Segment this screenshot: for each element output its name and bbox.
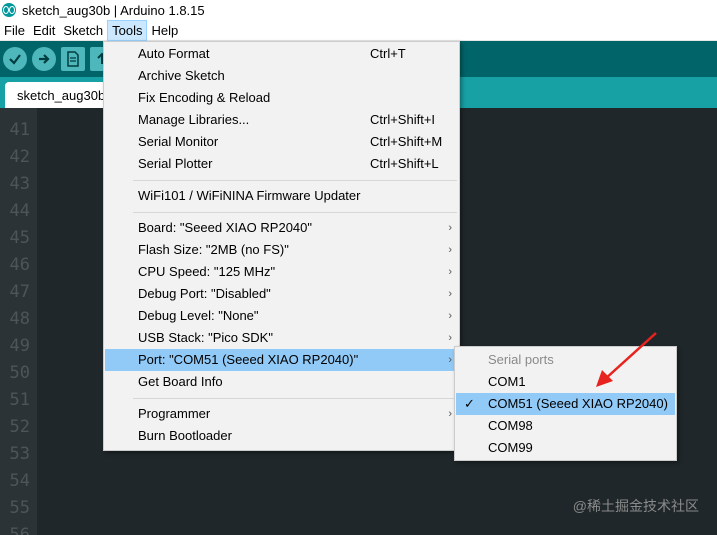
- menu-item-get-board-info[interactable]: Get Board Info: [105, 371, 458, 393]
- menu-item-cpu-speed[interactable]: CPU Speed: "125 MHz" ›: [105, 261, 458, 283]
- port-item-label: COM51 (Seeed XIAO RP2040): [488, 396, 668, 411]
- verify-button[interactable]: [3, 47, 27, 71]
- menu-item-archive-sketch[interactable]: Archive Sketch: [105, 65, 458, 87]
- menu-item-label: WiFi101 / WiFiNINA Firmware Updater: [138, 188, 361, 203]
- menu-separator: [133, 180, 457, 181]
- submenu-arrow-icon: ›: [448, 354, 452, 366]
- tools-menu: Auto Format Ctrl+T Archive Sketch Fix En…: [103, 41, 460, 451]
- menu-item-label: Board: "Seeed XIAO RP2040": [138, 220, 313, 235]
- menu-item-serial-plotter[interactable]: Serial Plotter Ctrl+Shift+L: [105, 153, 458, 175]
- line-number: 43: [9, 174, 30, 194]
- menu-item-label: Auto Format: [138, 46, 210, 61]
- new-icon: [67, 51, 79, 67]
- port-item-com51[interactable]: ✓ COM51 (Seeed XIAO RP2040): [456, 393, 675, 415]
- menu-item-label: CPU Speed: "125 MHz": [138, 264, 276, 279]
- line-number: 42: [9, 147, 30, 167]
- line-number-gutter: 41 42 43 44 45 46 47 48 49 50 51 52 53 5…: [0, 108, 37, 535]
- line-number: 51: [9, 390, 30, 410]
- menu-item-board[interactable]: Board: "Seeed XIAO RP2040" ›: [105, 217, 458, 239]
- menu-item-label: Burn Bootloader: [138, 428, 232, 443]
- line-number: 50: [9, 363, 30, 383]
- line-number: 52: [9, 417, 30, 437]
- menu-item-label: Flash Size: "2MB (no FS)": [138, 242, 289, 257]
- port-item-label: COM1: [488, 374, 526, 389]
- menu-item-label: Port: "COM51 (Seeed XIAO RP2040)": [138, 352, 359, 367]
- submenu-arrow-icon: ›: [448, 222, 452, 234]
- submenu-arrow-icon: ›: [448, 244, 452, 256]
- line-number: 55: [9, 498, 30, 518]
- submenu-arrow-icon: ›: [448, 408, 452, 420]
- port-item-com98[interactable]: COM98: [456, 415, 675, 437]
- menu-item-label: Serial Plotter: [138, 156, 213, 171]
- menu-item-manage-libraries[interactable]: Manage Libraries... Ctrl+Shift+I: [105, 109, 458, 131]
- checkmark-icon: ✓: [464, 396, 475, 411]
- menu-item-label: Programmer: [138, 406, 211, 421]
- menu-item-label: Manage Libraries...: [138, 112, 250, 127]
- menu-edit[interactable]: Edit: [29, 20, 59, 41]
- menu-item-flash-size[interactable]: Flash Size: "2MB (no FS)" ›: [105, 239, 458, 261]
- menu-item-label: USB Stack: "Pico SDK": [138, 330, 273, 345]
- submenu-header-label: Serial ports: [488, 352, 554, 367]
- window-title: sketch_aug30b | Arduino 1.8.15: [22, 2, 205, 18]
- line-number: 46: [9, 255, 30, 275]
- menu-item-auto-format[interactable]: Auto Format Ctrl+T: [105, 43, 458, 65]
- menu-item-port[interactable]: Port: "COM51 (Seeed XIAO RP2040)" ›: [105, 349, 458, 371]
- menu-item-label: Fix Encoding & Reload: [138, 90, 271, 105]
- title-bar: sketch_aug30b | Arduino 1.8.15: [0, 0, 717, 20]
- line-number: 53: [9, 444, 30, 464]
- annotation-arrow-icon: [596, 332, 657, 387]
- line-number: 49: [9, 336, 30, 356]
- menu-item-label: Get Board Info: [138, 374, 223, 389]
- upload-icon: [39, 54, 50, 64]
- line-number: 48: [9, 309, 30, 329]
- menu-item-burn-bootloader[interactable]: Burn Bootloader: [105, 425, 458, 447]
- line-number: 45: [9, 228, 30, 248]
- menu-item-fix-encoding[interactable]: Fix Encoding & Reload: [105, 87, 458, 109]
- menu-item-label: Archive Sketch: [138, 68, 225, 83]
- verify-icon: [9, 54, 21, 65]
- upload-button[interactable]: [32, 47, 56, 71]
- submenu-arrow-icon: ›: [448, 266, 452, 278]
- submenu-arrow-icon: ›: [448, 288, 452, 300]
- menu-item-firmware-updater[interactable]: WiFi101 / WiFiNINA Firmware Updater: [105, 185, 458, 207]
- menu-item-shortcut: Ctrl+Shift+M: [370, 134, 443, 149]
- menu-item-label: Serial Monitor: [138, 134, 219, 149]
- menu-item-label: Debug Port: "Disabled": [138, 286, 271, 301]
- menu-help[interactable]: Help: [147, 20, 182, 41]
- menu-item-debug-port[interactable]: Debug Port: "Disabled" ›: [105, 283, 458, 305]
- line-number: 54: [9, 471, 30, 491]
- menu-sketch[interactable]: Sketch: [59, 20, 107, 41]
- menu-separator: [133, 212, 457, 213]
- port-item-com99[interactable]: COM99: [456, 437, 675, 459]
- line-number: 56: [9, 525, 30, 535]
- menu-bar: File Edit Sketch Tools Help: [0, 19, 717, 41]
- line-number: 41: [9, 120, 30, 140]
- port-item-label: COM98: [488, 418, 533, 433]
- submenu-arrow-icon: ›: [448, 310, 452, 322]
- watermark: @稀土掘金技术社区: [572, 498, 699, 514]
- new-button[interactable]: [61, 47, 85, 71]
- menu-item-shortcut: Ctrl+Shift+L: [370, 156, 439, 171]
- menu-item-debug-level[interactable]: Debug Level: "None" ›: [105, 305, 458, 327]
- submenu-arrow-icon: ›: [448, 332, 452, 344]
- menu-item-serial-monitor[interactable]: Serial Monitor Ctrl+Shift+M: [105, 131, 458, 153]
- menu-tools[interactable]: Tools: [107, 19, 148, 41]
- line-number: 44: [9, 201, 30, 221]
- port-item-label: COM99: [488, 440, 533, 455]
- line-number: 47: [9, 282, 30, 302]
- menu-item-label: Debug Level: "None": [138, 308, 259, 323]
- menu-item-shortcut: Ctrl+T: [370, 46, 406, 61]
- menu-item-usb-stack[interactable]: USB Stack: "Pico SDK" ›: [105, 327, 458, 349]
- menu-file[interactable]: File: [0, 20, 29, 41]
- menu-item-shortcut: Ctrl+Shift+I: [370, 112, 436, 127]
- menu-separator: [133, 398, 457, 399]
- arduino-logo-icon: [2, 3, 16, 17]
- menu-item-programmer[interactable]: Programmer ›: [105, 403, 458, 425]
